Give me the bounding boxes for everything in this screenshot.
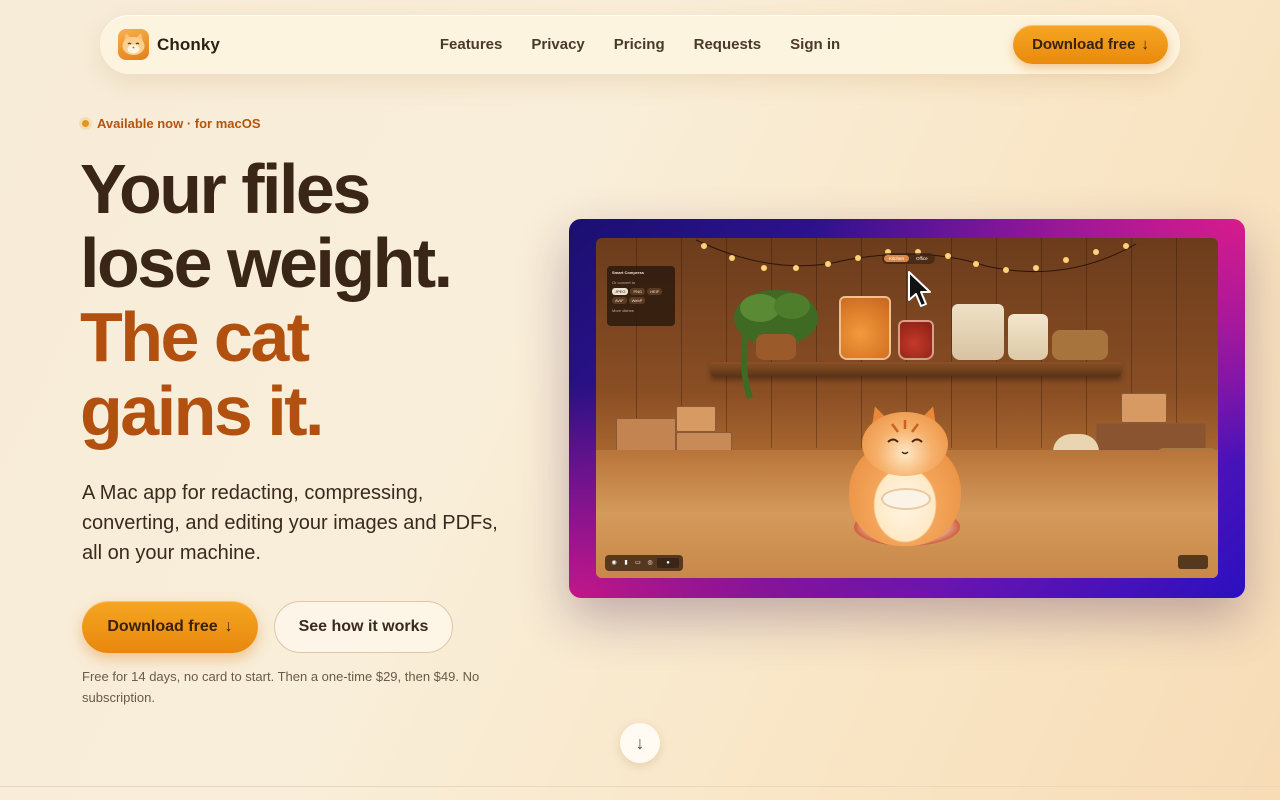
headline-line-4: gains it.: [80, 372, 324, 450]
cat-head: [862, 412, 948, 476]
panel-section-label: Or convert to: [612, 280, 636, 285]
size-chip: [1178, 555, 1208, 569]
nav-link-features[interactable]: Features: [440, 36, 503, 53]
nav-link-privacy[interactable]: Privacy: [531, 36, 584, 53]
nav-link-requests[interactable]: Requests: [694, 36, 762, 53]
room-switcher[interactable]: Kitchen Office: [882, 253, 935, 264]
headline-line-3: The cat: [80, 298, 310, 376]
format-chip[interactable]: JPEG: [612, 288, 629, 295]
preview-toolbar: ◉ ▮ ▭ ◎ ●: [605, 555, 683, 571]
nav-link-sign-in[interactable]: Sign in: [790, 36, 840, 53]
format-chip[interactable]: PNG: [630, 288, 646, 295]
brand-name: Chonky: [157, 34, 220, 54]
download-button[interactable]: Download free ↓: [82, 601, 258, 653]
mouse-cursor-icon: [908, 271, 931, 307]
headline-line-2: lose weight.: [80, 224, 453, 302]
crop-icon[interactable]: ▭: [633, 558, 643, 568]
cat-logo-icon: [118, 29, 149, 60]
app-preview-screenshot: Smart Compress Or convert to JPEG PNG HE…: [596, 238, 1218, 578]
badge-label: Available now · for macOS: [97, 116, 261, 131]
arrow-down-icon: ↓: [1141, 36, 1149, 53]
format-chip[interactable]: HEIF: [647, 288, 663, 295]
cat-bowl: [881, 488, 931, 510]
top-nav: Chonky Features Privacy Pricing Requests…: [100, 15, 1180, 74]
availability-badge: Available now · for macOS: [82, 116, 261, 131]
hero-subtext: A Mac app for redacting, compressing, co…: [82, 482, 498, 564]
arrow-down-icon: ↓: [635, 732, 645, 753]
download-label: Download free: [107, 618, 218, 635]
trash-icon[interactable]: ▮: [621, 558, 631, 568]
size-icon[interactable]: ●: [657, 558, 679, 568]
scroll-down-button[interactable]: ↓: [620, 723, 660, 763]
settings-icon[interactable]: ◎: [645, 558, 655, 568]
segment-office[interactable]: Office: [911, 255, 933, 262]
arrow-down-icon: ↓: [224, 618, 233, 635]
headline-line-1: Your files: [80, 150, 371, 228]
plant-icon: [734, 290, 818, 399]
section-divider: [0, 786, 1280, 787]
nav-download-button[interactable]: Download free ↓: [1013, 25, 1168, 64]
pricing-fineprint: Free for 14 days, no card to start. Then…: [82, 669, 480, 705]
format-chip[interactable]: AVIF: [612, 297, 627, 304]
nav-download-label: Download free: [1032, 36, 1136, 53]
nav-link-pricing[interactable]: Pricing: [614, 36, 665, 53]
compress-panel[interactable]: Smart Compress Or convert to JPEG PNG HE…: [607, 266, 675, 326]
eye-icon[interactable]: ◉: [609, 558, 619, 568]
hero-headline: Your files lose weight. The cat gains it…: [80, 152, 560, 448]
app-preview-frame: Smart Compress Or convert to JPEG PNG HE…: [569, 219, 1245, 598]
status-dot-icon: [82, 120, 89, 127]
see-how-it-works-button[interactable]: See how it works: [274, 601, 453, 653]
brand[interactable]: Chonky: [118, 29, 220, 60]
panel-title: Smart Compress: [612, 270, 645, 275]
segment-kitchen[interactable]: Kitchen: [884, 255, 910, 262]
format-chip[interactable]: WebP: [628, 297, 646, 304]
more-dishes-link[interactable]: More dishes: [612, 308, 670, 313]
